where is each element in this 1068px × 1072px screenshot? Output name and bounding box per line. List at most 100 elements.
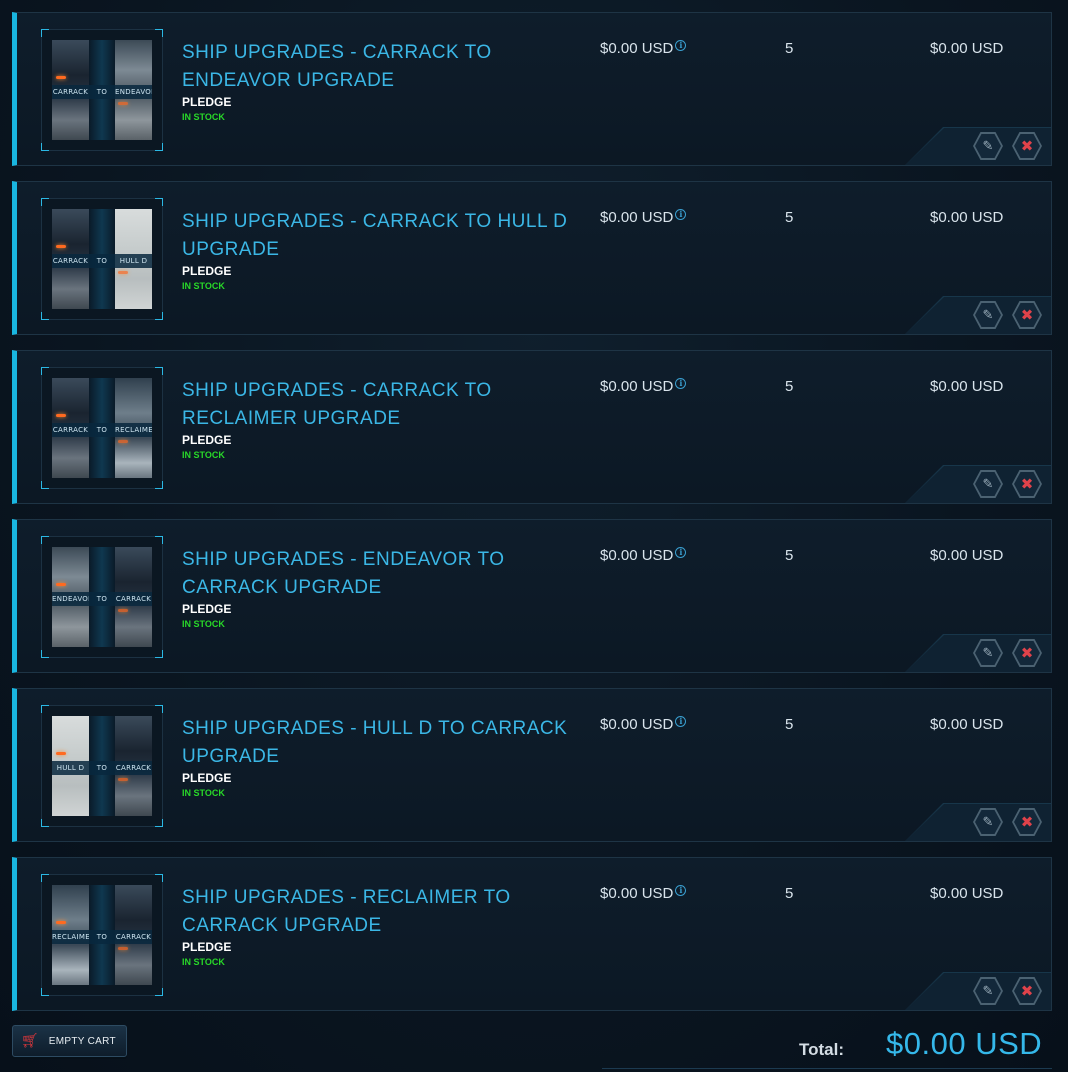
product-thumbnail-frame[interactable]: RECLAIMER TO CARRACK [41,874,163,996]
item-title[interactable]: SHIP UPGRADES - HULL D TO CARRACK UPGRAD… [182,715,602,771]
product-thumbnail: RECLAIMER TO CARRACK [52,885,152,985]
engine-glow [56,752,66,755]
engine-glow [118,778,128,781]
empty-cart-label: EMPTY CART [48,1035,116,1047]
pencil-icon: ✎ [982,814,994,830]
thumbnail-label-bar: CARRACK TO ENDEAVOR [52,85,152,99]
item-subtotal: $0.00 USD [930,885,1004,902]
close-icon: ✖ [1020,812,1034,831]
info-icon[interactable]: i [675,547,687,558]
engine-glow [56,921,66,924]
item-price-value: $0.00 USD [600,209,674,226]
item-quantity[interactable]: 5 [785,40,793,57]
info-icon[interactable]: i [675,209,687,220]
item-title[interactable]: SHIP UPGRADES - CARRACK TO HULL D UPGRAD… [182,208,602,264]
item-type: PLEDGE [182,771,232,785]
item-quantity[interactable]: 5 [785,716,793,733]
engine-glow [118,271,128,274]
remove-item-button[interactable]: ✖ [1012,132,1042,160]
product-thumbnail-frame[interactable]: CARRACK TO HULL D [41,198,163,320]
edit-item-button[interactable]: ✎ [973,132,1003,160]
cart-item-row: CARRACK TO RECLAIMER SHIP UPGRADES - CAR… [12,350,1052,504]
info-icon[interactable]: i [675,716,687,727]
thumbnail-label-bar: ENDEAVOR TO CARRACK [52,592,152,606]
thumbnail-to-label: TO [96,88,108,96]
thumbnail-label-bar: CARRACK TO RECLAIMER [52,423,152,437]
item-actions: ✎ ✖ [905,296,1051,334]
stock-status: IN STOCK [182,788,225,798]
item-type: PLEDGE [182,95,232,109]
cart-item-row: CARRACK TO ENDEAVOR SHIP UPGRADES - CARR… [12,12,1052,166]
item-actions: ✎ ✖ [905,634,1051,672]
item-subtotal: $0.00 USD [930,547,1004,564]
close-icon: ✖ [1020,981,1034,1000]
cart-item-row: CARRACK TO HULL D SHIP UPGRADES - CARRAC… [12,181,1052,335]
item-price-value: $0.00 USD [600,885,674,902]
item-type: PLEDGE [182,433,232,447]
item-title[interactable]: SHIP UPGRADES - CARRACK TO ENDEAVOR UPGR… [182,39,602,95]
engine-glow [118,609,128,612]
item-price: $0.00 USD i [600,40,687,57]
item-actions: ✎ ✖ [905,465,1051,503]
remove-item-button[interactable]: ✖ [1012,808,1042,836]
item-price: $0.00 USD i [600,547,687,564]
info-icon[interactable]: i [675,885,687,896]
engine-glow [118,947,128,950]
thumbnail-dest-label: ENDEAVOR [115,88,152,96]
thumbnail-to-label: TO [96,426,108,434]
edit-item-button[interactable]: ✎ [973,470,1003,498]
edit-item-button[interactable]: ✎ [973,301,1003,329]
edit-item-button[interactable]: ✎ [973,977,1003,1005]
pencil-icon: ✎ [982,307,994,323]
remove-item-button[interactable]: ✖ [1012,977,1042,1005]
remove-item-button[interactable]: ✖ [1012,301,1042,329]
product-thumbnail-frame[interactable]: CARRACK TO RECLAIMER [41,367,163,489]
item-title[interactable]: SHIP UPGRADES - CARRACK TO RECLAIMER UPG… [182,377,602,433]
item-title[interactable]: SHIP UPGRADES - RECLAIMER TO CARRACK UPG… [182,884,602,940]
item-quantity[interactable]: 5 [785,547,793,564]
item-price: $0.00 USD i [600,716,687,733]
engine-glow [118,102,128,105]
stock-status: IN STOCK [182,281,225,291]
product-thumbnail: CARRACK TO HULL D [52,209,152,309]
item-price-value: $0.00 USD [600,716,674,733]
item-type: PLEDGE [182,940,232,954]
remove-item-button[interactable]: ✖ [1012,639,1042,667]
pencil-icon: ✎ [982,645,994,661]
edit-item-button[interactable]: ✎ [973,639,1003,667]
thumbnail-from-label: HULL D [56,764,85,772]
thumbnail-to-label: TO [96,595,108,603]
engine-glow [118,440,128,443]
close-icon: ✖ [1020,136,1034,155]
product-thumbnail-frame[interactable]: CARRACK TO ENDEAVOR [41,29,163,151]
item-quantity[interactable]: 5 [785,885,793,902]
total-label: Total: [799,1040,845,1059]
thumbnail-label-bar: CARRACK TO HULL D [52,254,152,268]
item-price: $0.00 USD i [600,885,687,902]
engine-glow [56,414,66,417]
pencil-icon: ✎ [982,138,994,154]
thumbnail-dest-label: HULL D [119,257,148,265]
item-quantity[interactable]: 5 [785,209,793,226]
cart-icon: 🛒︎ [21,1033,39,1049]
item-quantity[interactable]: 5 [785,378,793,395]
empty-cart-button[interactable]: 🛒︎ EMPTY CART [12,1025,127,1057]
product-thumbnail: CARRACK TO RECLAIMER [52,378,152,478]
item-subtotal: $0.00 USD [930,378,1004,395]
thumbnail-from-label: CARRACK [52,88,89,96]
product-thumbnail-frame[interactable]: ENDEAVOR TO CARRACK [41,536,163,658]
item-type: PLEDGE [182,264,232,278]
item-title[interactable]: SHIP UPGRADES - ENDEAVOR TO CARRACK UPGR… [182,546,602,602]
stock-status: IN STOCK [182,957,225,967]
remove-item-button[interactable]: ✖ [1012,470,1042,498]
edit-item-button[interactable]: ✎ [973,808,1003,836]
cart-item-row: ENDEAVOR TO CARRACK SHIP UPGRADES - ENDE… [12,519,1052,673]
product-thumbnail-frame[interactable]: HULL D TO CARRACK [41,705,163,827]
thumbnail-from-label: RECLAIMER [52,933,89,941]
thumbnail-dest-label: CARRACK [115,595,152,603]
thumbnail-dest-label: RECLAIMER [115,426,152,434]
info-icon[interactable]: i [675,40,687,51]
info-icon[interactable]: i [675,378,687,389]
item-price-value: $0.00 USD [600,40,674,57]
total-value: $0.00 USD [886,1026,1043,1061]
